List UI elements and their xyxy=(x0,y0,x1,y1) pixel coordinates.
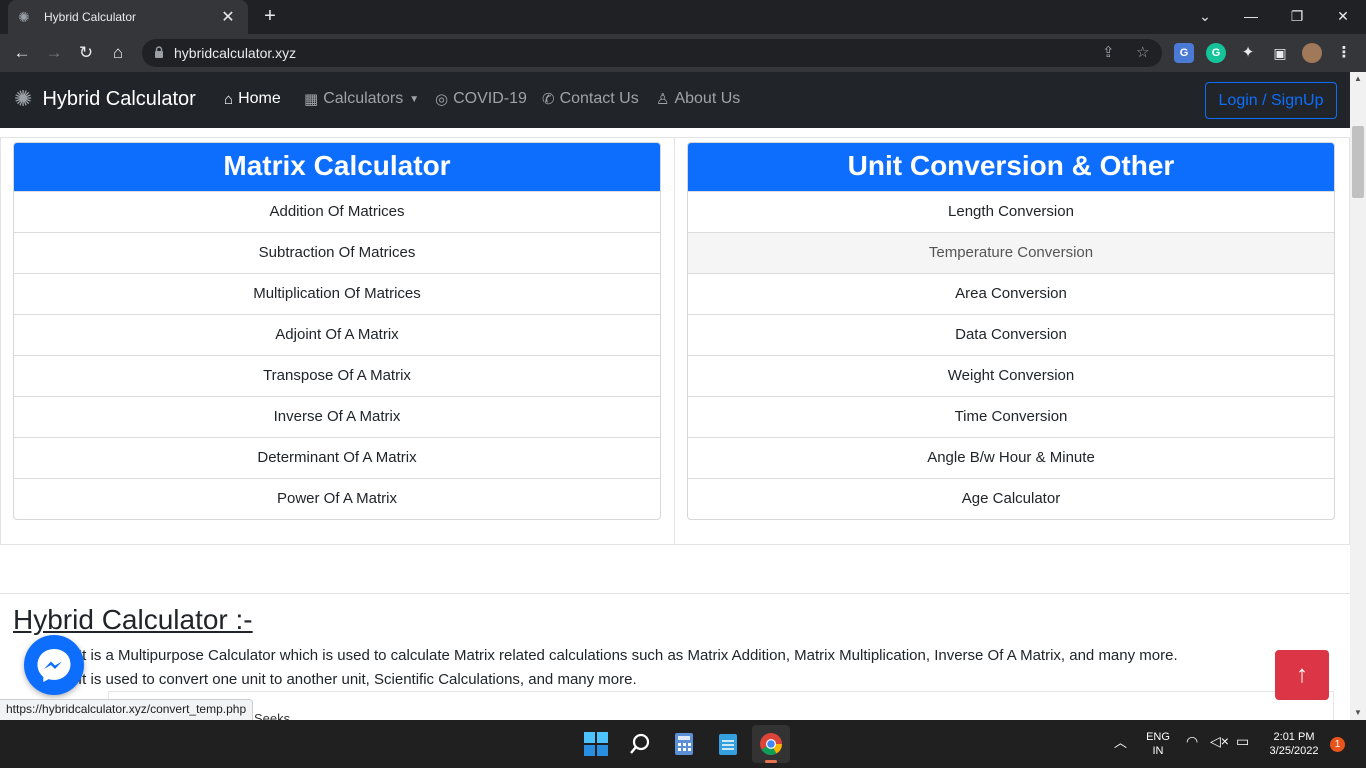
nav-about[interactable]: ♙ About Us xyxy=(656,90,740,108)
unit-link-time[interactable]: Time Conversion xyxy=(688,396,1334,437)
nav-contact[interactable]: ✆ Contact Us xyxy=(542,90,639,108)
brand-logo-icon: ✺ xyxy=(14,86,33,111)
unit-link-temperature[interactable]: Temperature Conversion xyxy=(688,232,1334,273)
matrix-link-addition[interactable]: Addition Of Matrices xyxy=(14,191,660,232)
scroll-down-arrow-icon[interactable]: ▼ xyxy=(1350,706,1366,720)
notification-badge[interactable]: 1 xyxy=(1330,737,1345,752)
back-button[interactable]: ← xyxy=(10,41,34,65)
site-navbar: ✺ Hybrid Calculator ⌂ Home ▦ Calculators… xyxy=(0,72,1350,128)
reload-button[interactable]: ↻ xyxy=(74,41,98,65)
favicon-icon: ✺ xyxy=(18,9,30,25)
unit-link-length[interactable]: Length Conversion xyxy=(688,191,1334,232)
calculator-app-icon[interactable] xyxy=(669,729,699,759)
unit-link-age[interactable]: Age Calculator xyxy=(688,478,1334,519)
unit-link-data[interactable]: Data Conversion xyxy=(688,314,1334,355)
search-icon[interactable] xyxy=(625,729,655,759)
messenger-chat-button[interactable] xyxy=(24,635,84,695)
new-tab-button[interactable]: + xyxy=(258,5,282,29)
nav-covid[interactable]: ◎ COVID-19 xyxy=(435,90,527,108)
nav-calculators-label: Calculators xyxy=(323,90,404,107)
browser-menu-icon[interactable]: ⋮ xyxy=(1334,43,1354,63)
nav-about-label: About Us xyxy=(674,90,741,107)
matrix-link-power[interactable]: Power Of A Matrix xyxy=(14,478,660,519)
windows-taskbar: ︿ ENG IN ◠ ◁× ▭ 2:01 PM 3/25/2022 xyxy=(0,720,1366,768)
minimize-button[interactable]: — xyxy=(1236,4,1266,28)
url-text: hybridcalculator.xyz xyxy=(174,45,297,61)
lock-icon xyxy=(155,46,163,58)
side-panel-icon[interactable]: ▣ xyxy=(1270,43,1290,63)
nav-home[interactable]: ⌂ Home xyxy=(224,90,281,108)
restore-button[interactable]: ❐ xyxy=(1282,4,1312,28)
main-content: Matrix Calculator Addition Of Matrices S… xyxy=(0,128,1350,720)
share-icon[interactable]: ⇪ xyxy=(1102,43,1115,61)
matrix-link-determinant[interactable]: Determinant Of A Matrix xyxy=(14,437,660,478)
login-signup-button[interactable]: Login / SignUp xyxy=(1205,82,1337,119)
matrix-link-inverse[interactable]: Inverse Of A Matrix xyxy=(14,396,660,437)
messenger-icon xyxy=(37,649,71,682)
unit-link-area[interactable]: Area Conversion xyxy=(688,273,1334,314)
tab-close-icon[interactable]: ✕ xyxy=(218,7,238,27)
matrix-link-subtraction[interactable]: Subtraction Of Matrices xyxy=(14,232,660,273)
language-indicator[interactable]: ENG IN xyxy=(1144,730,1172,758)
browser-toolbar: ← → ↻ ⌂ hybridcalculator.xyz ⇪ ☆ G G ✦ ▣… xyxy=(0,34,1366,72)
show-hidden-icons[interactable]: ︿ xyxy=(1114,736,1127,750)
scroll-up-arrow-icon[interactable]: ▲ xyxy=(1350,72,1366,86)
arrow-up-icon: ↑ xyxy=(1296,661,1308,688)
windows-start-icon[interactable] xyxy=(581,729,611,759)
caret-down-icon: ▼ xyxy=(409,93,420,105)
close-window-button[interactable]: ✕ xyxy=(1328,4,1358,28)
page-scrollbar[interactable]: ▲ ▼ xyxy=(1350,72,1366,720)
link-status-url: https://hybridcalculator.xyz/convert_tem… xyxy=(0,699,254,720)
volume-muted-icon[interactable]: ◁× xyxy=(1210,734,1229,748)
clock[interactable]: 2:01 PM 3/25/2022 xyxy=(1262,730,1326,758)
chrome-app-icon[interactable] xyxy=(752,725,790,763)
brand-name: Hybrid Calculator xyxy=(42,87,196,110)
unit-link-weight[interactable]: Weight Conversion xyxy=(688,355,1334,396)
nav-covid-label: COVID-19 xyxy=(453,90,527,107)
home-icon: ⌂ xyxy=(224,90,234,108)
unit-link-angle[interactable]: Angle B/w Hour & Minute xyxy=(688,437,1334,478)
about-line-1: It is a Multipurpose Calculator which is… xyxy=(78,647,1178,664)
matrix-card-title: Matrix Calculator xyxy=(14,143,660,191)
home-button[interactable]: ⌂ xyxy=(106,41,130,65)
clock-time: 2:01 PM xyxy=(1273,731,1315,743)
lang-bottom: IN xyxy=(1152,745,1164,757)
scrollbar-thumb[interactable] xyxy=(1352,126,1364,198)
about-line-2: It is used to convert one unit to anothe… xyxy=(78,671,637,688)
tab-search-icon[interactable]: ⌄ xyxy=(1190,4,1220,28)
forward-button[interactable]: → xyxy=(42,41,66,65)
grammarly-extension-icon[interactable]: G xyxy=(1206,43,1226,63)
browser-tab-strip: ✺ Hybrid Calculator ✕ + ⌄ — ❐ ✕ xyxy=(0,0,1366,34)
clock-date: 3/25/2022 xyxy=(1269,745,1319,757)
unit-card-title: Unit Conversion & Other xyxy=(688,143,1334,191)
matrix-link-multiplication[interactable]: Multiplication Of Matrices xyxy=(14,273,660,314)
back-to-top-button[interactable]: ↑ xyxy=(1275,650,1329,700)
extensions-icon[interactable]: ✦ xyxy=(1238,43,1258,63)
battery-icon[interactable]: ▭ xyxy=(1236,734,1249,748)
nav-home-label: Home xyxy=(238,90,281,107)
browser-tab[interactable]: ✺ Hybrid Calculator ✕ xyxy=(8,0,248,34)
nav-calculators[interactable]: ▦ Calculators ▼ xyxy=(304,90,419,108)
calculator-icon: ▦ xyxy=(304,91,319,108)
site-brand[interactable]: ✺ Hybrid Calculator xyxy=(14,86,196,112)
matrix-link-transpose[interactable]: Transpose Of A Matrix xyxy=(14,355,660,396)
ad-text: Seeks xyxy=(254,711,291,720)
lang-top: ENG xyxy=(1146,731,1170,743)
phone-icon: ✆ xyxy=(542,91,555,108)
notepad-app-icon[interactable] xyxy=(713,729,743,759)
nav-contact-label: Contact Us xyxy=(559,90,639,107)
person-icon: ♙ xyxy=(656,91,670,108)
wifi-icon[interactable]: ◠ xyxy=(1186,734,1198,748)
about-heading: Hybrid Calculator :- xyxy=(13,604,253,635)
target-icon: ◎ xyxy=(435,91,449,108)
address-bar[interactable]: hybridcalculator.xyz ⇪ ☆ xyxy=(142,39,1162,67)
translate-extension-icon[interactable]: G xyxy=(1174,43,1194,63)
matrix-calculator-card: Matrix Calculator Addition Of Matrices S… xyxy=(13,142,661,520)
profile-avatar[interactable] xyxy=(1302,43,1322,63)
ad-banner xyxy=(108,691,1334,720)
tab-title: Hybrid Calculator xyxy=(44,10,137,24)
unit-conversion-card: Unit Conversion & Other Length Conversio… xyxy=(687,142,1335,520)
bookmark-star-icon[interactable]: ☆ xyxy=(1136,43,1149,61)
matrix-link-adjoint[interactable]: Adjoint Of A Matrix xyxy=(14,314,660,355)
